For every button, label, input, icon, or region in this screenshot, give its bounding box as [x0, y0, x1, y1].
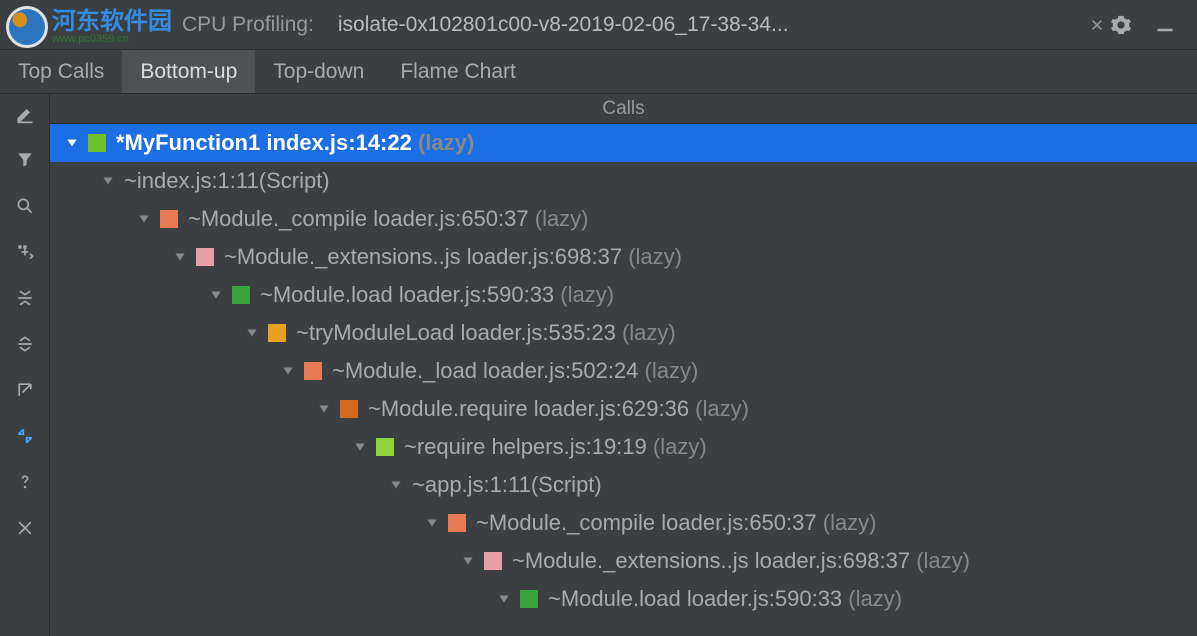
tree-row[interactable]: ~app.js:1:11(Script): [50, 466, 1197, 504]
expand-all-icon[interactable]: [13, 286, 37, 310]
tree-row[interactable]: ~require helpers.js:19:19 (lazy): [50, 428, 1197, 466]
close-icon[interactable]: [13, 516, 37, 540]
call-tree: *MyFunction1 index.js:14:22 (lazy) ~index…: [50, 124, 1197, 636]
tab-top-down[interactable]: Top-down: [255, 50, 382, 93]
watermark-text-url: www.pc0359.cn: [52, 34, 172, 45]
tree-row[interactable]: ~Module.load loader.js:590:33 (lazy): [50, 276, 1197, 314]
color-swatch: [160, 210, 178, 228]
expand-tree-icon[interactable]: [13, 240, 37, 264]
header-bar: CPU Profiling: isolate-0x102801c00-v8-20…: [0, 0, 1197, 50]
call-label: ~tryModuleLoad loader.js:535:23 (lazy): [296, 320, 676, 346]
call-label: ~Module.load loader.js:590:33 (lazy): [548, 586, 902, 612]
color-swatch: [268, 324, 286, 342]
call-label: ~require helpers.js:19:19 (lazy): [404, 434, 707, 460]
call-label: *MyFunction1 index.js:14:22 (lazy): [116, 130, 474, 156]
call-label: ~Module._compile loader.js:650:37 (lazy): [476, 510, 877, 536]
expand-arrow-icon[interactable]: [458, 551, 478, 571]
tab-top-calls[interactable]: Top Calls: [0, 50, 122, 93]
expand-arrow-icon[interactable]: [62, 133, 82, 153]
help-icon[interactable]: [13, 470, 37, 494]
search-icon[interactable]: [13, 194, 37, 218]
watermark-text-cn: 河东软件园: [52, 10, 172, 34]
call-label: ~Module._compile loader.js:650:37 (lazy): [188, 206, 589, 232]
expand-arrow-icon[interactable]: [134, 209, 154, 229]
color-swatch: [88, 134, 106, 152]
tree-row[interactable]: ~Module._compile loader.js:650:37 (lazy): [50, 200, 1197, 238]
color-swatch: [520, 590, 538, 608]
gear-icon[interactable]: [1109, 13, 1133, 37]
view-tabs: Top CallsBottom-upTop-downFlame Chart: [0, 50, 1197, 94]
color-swatch: [232, 286, 250, 304]
expand-arrow-icon[interactable]: [422, 513, 442, 533]
watermark: 河东软件园 www.pc0359.cn: [6, 6, 172, 48]
call-label: ~Module.require loader.js:629:36 (lazy): [368, 396, 749, 422]
tree-row[interactable]: ~Module.load loader.js:590:33 (lazy): [50, 580, 1197, 618]
call-label: ~index.js:1:11(Script): [124, 168, 330, 194]
panel-title: CPU Profiling:: [182, 13, 314, 37]
color-swatch: [484, 552, 502, 570]
watermark-logo: [6, 6, 48, 48]
tree-row[interactable]: ~Module._extensions..js loader.js:698:37…: [50, 542, 1197, 580]
sidebar-toolbar: [0, 94, 50, 636]
expand-arrow-icon[interactable]: [170, 247, 190, 267]
close-tab-icon[interactable]: [1085, 13, 1109, 37]
expand-arrow-icon[interactable]: [314, 399, 334, 419]
collapse-all-icon[interactable]: [13, 332, 37, 356]
expand-arrow-icon[interactable]: [494, 589, 514, 609]
tree-row[interactable]: ~Module._extensions..js loader.js:698:37…: [50, 238, 1197, 276]
minimize-icon[interactable]: [1153, 13, 1177, 37]
tree-row[interactable]: ~Module.require loader.js:629:36 (lazy): [50, 390, 1197, 428]
tree-row[interactable]: ~tryModuleLoad loader.js:535:23 (lazy): [50, 314, 1197, 352]
profile-filename: isolate-0x102801c00-v8-2019-02-06_17-38-…: [338, 13, 1085, 37]
collapse-arrows-icon[interactable]: [13, 424, 37, 448]
export-icon[interactable]: [13, 378, 37, 402]
filter-icon[interactable]: [13, 148, 37, 172]
expand-arrow-icon[interactable]: [98, 171, 118, 191]
edit-icon[interactable]: [13, 102, 37, 126]
column-header-calls[interactable]: Calls: [50, 94, 1197, 124]
color-swatch: [196, 248, 214, 266]
expand-arrow-icon[interactable]: [242, 323, 262, 343]
color-swatch: [376, 438, 394, 456]
color-swatch: [448, 514, 466, 532]
call-label: ~Module._extensions..js loader.js:698:37…: [512, 548, 970, 574]
tree-row[interactable]: ~index.js:1:11(Script): [50, 162, 1197, 200]
tab-bottom-up[interactable]: Bottom-up: [122, 50, 255, 93]
call-label: ~app.js:1:11(Script): [412, 472, 602, 498]
tree-row[interactable]: ~Module._compile loader.js:650:37 (lazy): [50, 504, 1197, 542]
call-label: ~Module._load loader.js:502:24 (lazy): [332, 358, 698, 384]
color-swatch: [304, 362, 322, 380]
call-label: ~Module._extensions..js loader.js:698:37…: [224, 244, 682, 270]
tree-row[interactable]: *MyFunction1 index.js:14:22 (lazy): [50, 124, 1197, 162]
tab-flame-chart[interactable]: Flame Chart: [382, 50, 534, 93]
color-swatch: [340, 400, 358, 418]
expand-arrow-icon[interactable]: [278, 361, 298, 381]
expand-arrow-icon[interactable]: [206, 285, 226, 305]
expand-arrow-icon[interactable]: [350, 437, 370, 457]
tree-row[interactable]: ~Module._load loader.js:502:24 (lazy): [50, 352, 1197, 390]
expand-arrow-icon[interactable]: [386, 475, 406, 495]
call-label: ~Module.load loader.js:590:33 (lazy): [260, 282, 614, 308]
